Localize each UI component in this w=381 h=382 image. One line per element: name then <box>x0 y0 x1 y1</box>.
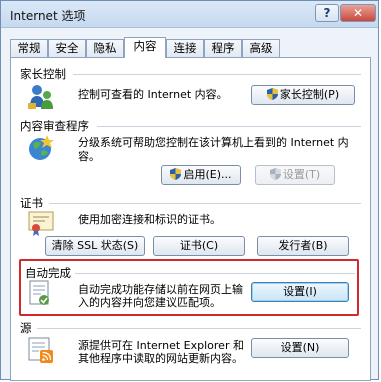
certificates-button[interactable]: 证书(C) <box>153 236 245 256</box>
tab-security[interactable]: 安全 <box>48 39 86 57</box>
content-advisor-icon <box>29 135 54 160</box>
section-divider <box>73 74 361 75</box>
parental-controls-icon <box>28 85 53 109</box>
section-divider <box>97 126 361 127</box>
uac-shield-icon <box>266 88 278 100</box>
tab-advanced[interactable]: 高级 <box>242 39 280 57</box>
window-title: Internet 选项 <box>10 9 86 23</box>
certificates-description: 使用加密连接和标识的证书。 <box>78 213 221 226</box>
content-tab-panel: 家长控制 控制可查看的 Internet 内容。 家长控制(P) 内容审查程序 <box>10 57 371 381</box>
tab-privacy[interactable]: 隐私 <box>86 39 124 57</box>
feeds-description-line1: 源提供可在 Internet Explorer 和 <box>78 339 244 352</box>
feeds-icon <box>28 337 53 363</box>
uac-shield-icon <box>170 168 182 180</box>
tab-connections[interactable]: 连接 <box>166 39 204 57</box>
content-advisor-settings-button[interactable]: 设置(T) <box>255 165 335 185</box>
certificates-title: 证书 <box>20 196 43 210</box>
feeds-title: 源 <box>20 321 32 335</box>
section-divider <box>49 203 361 204</box>
feeds-description-line2: 其他程序中读取的网站更新内容。 <box>78 352 243 365</box>
uac-shield-icon <box>269 168 281 180</box>
content-advisor-description-line2: 容。 <box>78 150 100 163</box>
autocomplete-highlight-box <box>19 259 359 316</box>
content-advisor-title: 内容审查程序 <box>20 119 89 133</box>
title-bar: Internet 选项 ? ✕ <box>1 1 378 28</box>
content-advisor-settings-label: 设置(T) <box>282 168 321 181</box>
publishers-button[interactable]: 发行者(B) <box>257 236 349 256</box>
help-button[interactable]: ? <box>315 4 339 22</box>
section-divider <box>37 328 361 329</box>
certificate-icon <box>28 211 54 236</box>
parental-controls-button[interactable]: 家长控制(P) <box>251 85 355 105</box>
enable-button-label: 启用(E)... <box>183 168 232 181</box>
tab-programs[interactable]: 程序 <box>204 39 242 57</box>
feeds-settings-button[interactable]: 设置(N) <box>251 338 349 358</box>
content-advisor-enable-button[interactable]: 启用(E)... <box>161 165 241 185</box>
close-button[interactable]: ✕ <box>340 4 376 22</box>
tab-general[interactable]: 常规 <box>10 39 48 57</box>
parental-controls-description: 控制可查看的 Internet 内容。 <box>78 88 228 101</box>
content-advisor-description-line1: 分级系统可帮助您控制在该计算机上看到的 Internet 内 <box>78 136 349 149</box>
parental-controls-button-label: 家长控制(P) <box>279 88 340 101</box>
tab-content[interactable]: 内容 <box>124 37 166 58</box>
parental-controls-title: 家长控制 <box>20 67 66 81</box>
internet-options-dialog: Internet 选项 ? ✕ 常规 安全 隐私 内容 连接 程序 高级 家长控… <box>0 0 379 381</box>
clear-ssl-state-button[interactable]: 清除 SSL 状态(S) <box>45 236 145 256</box>
